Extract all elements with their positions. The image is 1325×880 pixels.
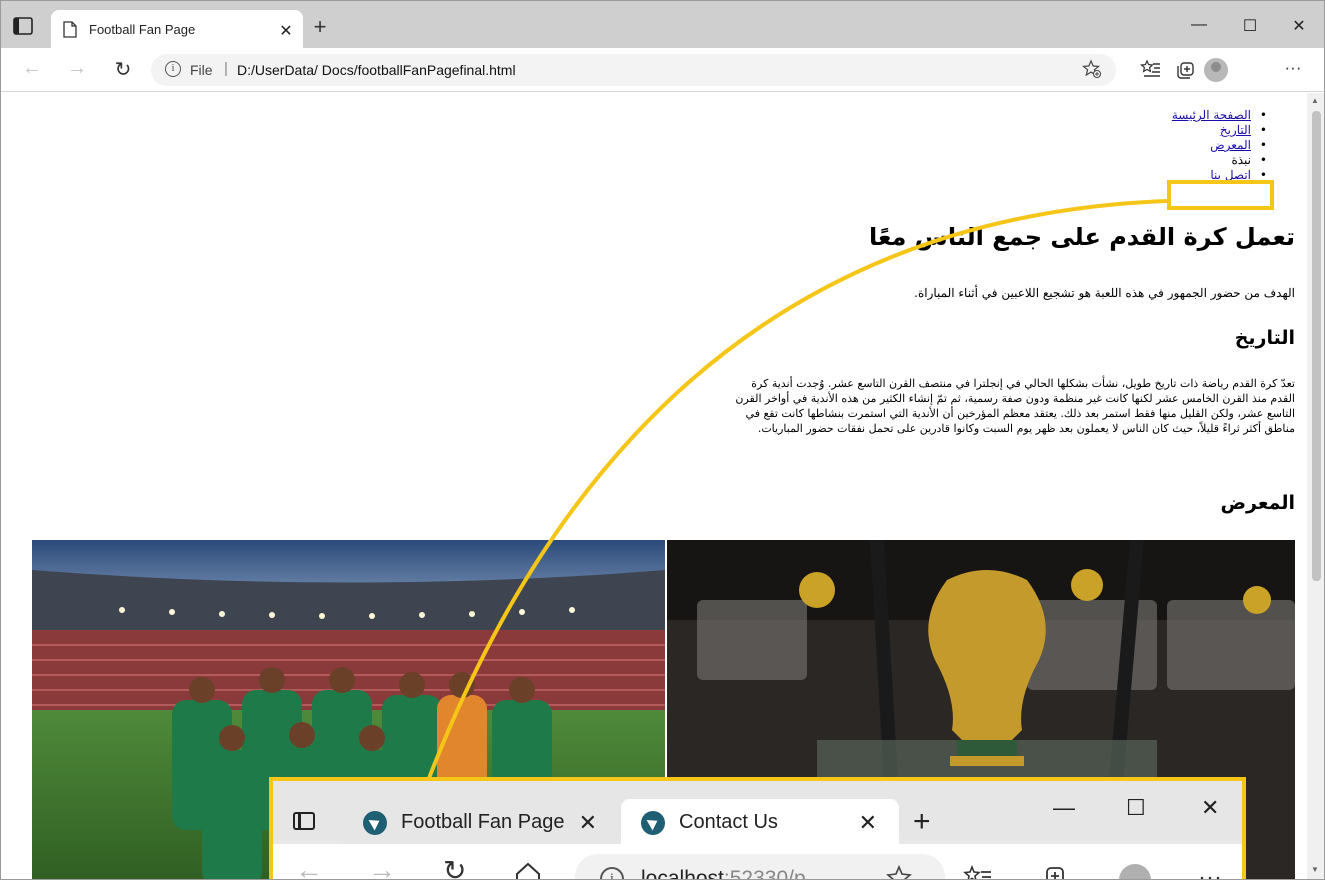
new-tab-button[interactable]: +: [307, 14, 333, 40]
intro-paragraph: الهدف من حضور الجمهور في هذه اللعبة هو ت…: [914, 286, 1295, 300]
callout-tab1-close-icon[interactable]: ✕: [579, 810, 597, 836]
page-viewport: الصفحة الرئيسة التاريخ المعرض نبذة اتصل …: [1, 93, 1307, 879]
callout-forward-button[interactable]: →: [368, 854, 396, 879]
collections-icon[interactable]: [1173, 58, 1199, 80]
callout-collections-icon[interactable]: [1039, 864, 1069, 880]
scheme-separator: |: [224, 60, 228, 77]
contact-link-highlight: [1167, 180, 1274, 210]
scroll-up-icon[interactable]: ▲: [1311, 96, 1319, 105]
maximize-button[interactable]: ☐: [1235, 16, 1265, 36]
nav-item-home: الصفحة الرئيسة: [1172, 108, 1267, 123]
nav-item-history: التاريخ: [1172, 123, 1267, 138]
callout-profile-avatar[interactable]: [1119, 864, 1151, 879]
scheme-label: File: [190, 62, 213, 78]
tab-strip: Football Fan Page ✕ + — ☐ ✕: [1, 1, 1324, 48]
contact-tab-callout: Football Fan Page ✕ Contact Us ✕ + — ☐ ✕…: [269, 777, 1246, 880]
nav-link-gallery[interactable]: المعرض: [1210, 138, 1251, 152]
callout-address-row: ← → ↻ i localhost:52330/p ···: [273, 844, 1242, 880]
profile-avatar[interactable]: [1204, 58, 1228, 82]
callout-site-info-icon[interactable]: i: [600, 867, 624, 879]
callout-tab-football-fan-page[interactable]: Football Fan Page ✕: [343, 799, 619, 844]
callout-tab2-title: Contact Us: [679, 811, 778, 833]
address-bar[interactable]: i File | D:/UserData/ Docs/footballFanPa…: [151, 54, 1116, 86]
callout-maximize-button[interactable]: ☐: [1126, 795, 1146, 821]
history-paragraph: تعدّ كرة القدم رياضة ذات تاريخ طويل، نشأ…: [735, 377, 1295, 435]
callout-contact-favicon-icon: [641, 811, 665, 835]
back-button[interactable]: ←: [19, 57, 45, 80]
vertical-scrollbar[interactable]: ▲ ▼: [1307, 93, 1324, 879]
tab-football-fan-page[interactable]: Football Fan Page ✕: [51, 10, 303, 48]
scrollbar-thumb[interactable]: [1312, 111, 1321, 581]
callout-cursor-favicon-icon: [363, 811, 387, 835]
site-info-icon[interactable]: i: [165, 61, 181, 77]
callout-close-button[interactable]: ✕: [1201, 795, 1219, 821]
nav-item-gallery: المعرض: [1172, 138, 1267, 153]
callout-minimize-button[interactable]: —: [1053, 795, 1075, 821]
settings-more-button[interactable]: ···: [1280, 58, 1306, 78]
callout-tab1-title: Football Fan Page: [401, 811, 565, 833]
nav-link-home[interactable]: الصفحة الرئيسة: [1172, 108, 1251, 122]
url-text[interactable]: D:/UserData/ Docs/footballFanPagefinal.h…: [237, 62, 516, 78]
callout-more-button[interactable]: ···: [1198, 864, 1222, 879]
callout-tab-contact-us[interactable]: Contact Us ✕: [621, 799, 899, 844]
tab-title: Football Fan Page: [89, 22, 196, 37]
browser-window: Football Fan Page ✕ + — ☐ ✕ ← → ↻ i File…: [0, 0, 1325, 880]
tab-close-icon[interactable]: ✕: [277, 21, 295, 41]
page-icon: [63, 21, 77, 38]
callout-favorites-icon[interactable]: [963, 864, 993, 880]
callout-tab2-close-icon[interactable]: ✕: [859, 810, 877, 836]
page-heading: تعمل كرة القدم على جمع الناس معًا: [868, 223, 1295, 251]
callout-reload-button[interactable]: ↻: [443, 854, 466, 879]
callout-home-icon[interactable]: [513, 860, 543, 880]
callout-back-button[interactable]: ←: [295, 854, 323, 879]
scroll-down-icon[interactable]: ▼: [1311, 865, 1319, 874]
add-favorite-icon[interactable]: [1082, 59, 1102, 79]
callout-tab-actions-icon[interactable]: [293, 812, 315, 830]
callout-favorite-star-icon[interactable]: [885, 864, 913, 880]
callout-url-host: localhost: [641, 867, 724, 880]
callout-tab-strip: Football Fan Page ✕ Contact Us ✕ + — ☐ ✕: [273, 781, 1242, 844]
page-nav-list: الصفحة الرئيسة التاريخ المعرض نبذة اتصل …: [1172, 108, 1267, 183]
address-toolbar: ← → ↻ i File | D:/UserData/ Docs/footbal…: [1, 48, 1324, 92]
callout-url-rest: :52330/p: [723, 867, 806, 880]
tab-actions-icon[interactable]: [13, 17, 33, 35]
nav-item-about: نبذة: [1172, 153, 1267, 168]
minimize-button[interactable]: —: [1184, 16, 1214, 34]
callout-url-text[interactable]: localhost:52330/p: [641, 867, 806, 880]
reload-button[interactable]: ↻: [110, 57, 136, 82]
favorites-icon[interactable]: [1138, 58, 1164, 80]
forward-button[interactable]: →: [64, 57, 90, 80]
callout-new-tab-button[interactable]: +: [913, 805, 931, 839]
nav-link-history[interactable]: التاريخ: [1220, 123, 1251, 137]
nav-text-about: نبذة: [1231, 153, 1251, 167]
gallery-heading: المعرض: [1220, 492, 1296, 514]
close-window-button[interactable]: ✕: [1284, 16, 1314, 36]
history-heading: التاريخ: [1234, 327, 1295, 349]
